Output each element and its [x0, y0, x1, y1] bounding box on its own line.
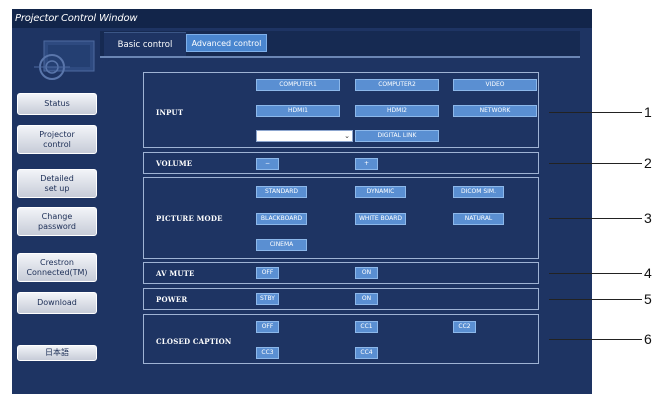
input-computer2-button[interactable]: COMPUTER2 — [355, 79, 439, 91]
input-select[interactable]: ⌄ — [256, 130, 353, 142]
sidebar-item-detailed-set-up[interactable]: Detailed set up — [17, 169, 97, 198]
tab-basic-control[interactable]: Basic control — [104, 32, 186, 56]
callout-number: 2 — [644, 155, 652, 171]
tab-underline — [100, 56, 580, 58]
sidebar-item-label: Detailed set up — [40, 173, 74, 193]
sidebar-item-language[interactable]: 日本語 — [17, 345, 97, 361]
av-mute-off-button[interactable]: OFF — [256, 267, 279, 279]
picture-blackboard-button[interactable]: BLACKBOARD — [256, 213, 307, 225]
callout-number: 4 — [644, 265, 652, 281]
input-computer1-button[interactable]: COMPUTER1 — [256, 79, 340, 91]
volume-up-button[interactable]: + — [355, 158, 378, 170]
caption-off-button[interactable]: OFF — [256, 321, 279, 333]
sidebar-item-label: Crestron Connected(TM) — [26, 257, 88, 277]
av-mute-label: AV MUTE — [156, 269, 195, 278]
tab-advanced-control[interactable]: Advanced control — [186, 34, 267, 52]
sidebar-item-label: Download — [37, 298, 77, 307]
picture-standard-button[interactable]: STANDARD — [256, 186, 307, 198]
caption-cc4-button[interactable]: CC4 — [355, 347, 378, 359]
picture-dynamic-button[interactable]: DYNAMIC — [355, 186, 406, 198]
caption-cc1-button[interactable]: CC1 — [355, 321, 378, 333]
volume-down-button[interactable]: − — [256, 158, 279, 170]
input-network-button[interactable]: NETWORK — [453, 105, 537, 117]
chevron-down-icon: ⌄ — [344, 132, 350, 140]
input-label: INPUT — [156, 108, 184, 117]
power-section: POWER STBY ON — [143, 288, 539, 310]
projector-logo-icon — [34, 40, 95, 80]
sidebar-item-projector-control[interactable]: Projector control — [17, 125, 97, 154]
picture-whiteboard-button[interactable]: WHITE BOARD — [355, 213, 406, 225]
callout-line — [549, 112, 642, 113]
sidebar-item-status[interactable]: Status — [17, 93, 97, 115]
sidebar-item-label: Change password — [38, 211, 76, 231]
input-section: INPUT COMPUTER1 COMPUTER2 VIDEO HDMI1 HD… — [143, 72, 539, 148]
callout-number: 6 — [644, 331, 652, 347]
volume-section: VOLUME − + — [143, 152, 539, 174]
window-title: Projector Control Window — [12, 9, 592, 28]
callout-line — [549, 273, 642, 274]
callout-number: 5 — [644, 291, 652, 307]
power-on-button[interactable]: ON — [355, 293, 378, 305]
sidebar-item-crestron-connected[interactable]: Crestron Connected(TM) — [17, 253, 97, 282]
sidebar-item-label: 日本語 — [45, 348, 69, 357]
sidebar-item-change-password[interactable]: Change password — [17, 207, 97, 236]
caption-cc2-button[interactable]: CC2 — [453, 321, 476, 333]
picture-dicom-sim-button[interactable]: DICOM SIM. — [453, 186, 504, 198]
power-standby-button[interactable]: STBY — [256, 293, 279, 305]
caption-cc3-button[interactable]: CC3 — [256, 347, 279, 359]
callout-number: 3 — [644, 210, 652, 226]
callout-line — [549, 339, 642, 340]
closed-caption-label: CLOSED CAPTION — [156, 337, 232, 346]
callout-number: 1 — [644, 104, 652, 120]
callout-line — [549, 299, 642, 300]
callout-line — [549, 163, 642, 164]
picture-natural-button[interactable]: NATURAL — [453, 213, 504, 225]
av-mute-on-button[interactable]: ON — [355, 267, 378, 279]
volume-label: VOLUME — [156, 159, 193, 168]
av-mute-section: AV MUTE OFF ON — [143, 262, 539, 284]
input-video-button[interactable]: VIDEO — [453, 79, 537, 91]
input-hdmi2-button[interactable]: HDMI2 — [355, 105, 439, 117]
sidebar-item-label: Projector control — [39, 129, 75, 149]
callout-line — [549, 218, 642, 219]
input-digital-link-button[interactable]: DIGITAL LINK — [355, 130, 439, 142]
picture-mode-section: PICTURE MODE STANDARD DYNAMIC DICOM SIM.… — [143, 177, 539, 259]
input-hdmi1-button[interactable]: HDMI1 — [256, 105, 340, 117]
picture-mode-label: PICTURE MODE — [156, 214, 223, 223]
closed-caption-section: CLOSED CAPTION OFF CC1 CC2 CC3 CC4 — [143, 314, 539, 364]
sidebar-item-label: Status — [44, 99, 70, 108]
sidebar-item-download[interactable]: Download — [17, 292, 97, 314]
picture-cinema-button[interactable]: CINEMA — [256, 239, 307, 251]
power-label: POWER — [156, 295, 188, 304]
